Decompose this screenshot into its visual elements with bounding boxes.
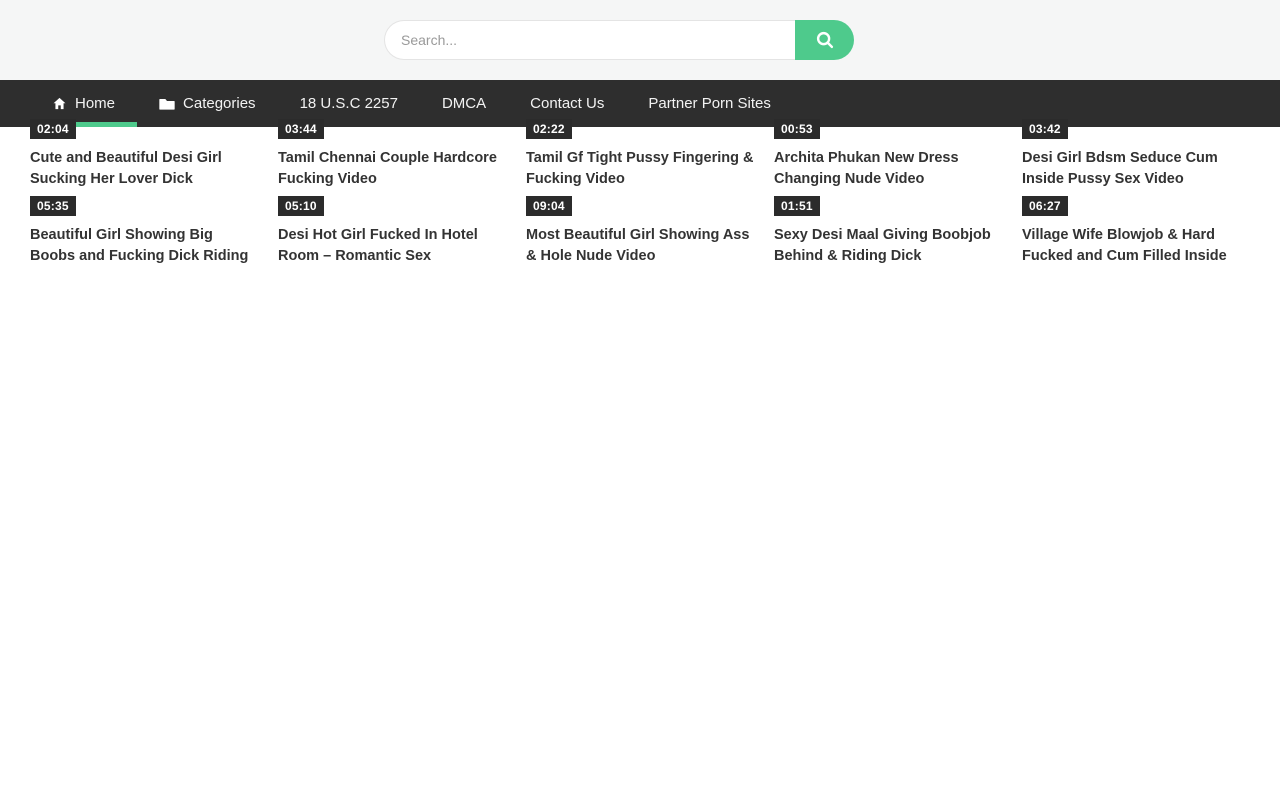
video-title[interactable]: Sexy Desi Maal Giving Boobjob Behind & R… [774,225,1002,267]
search-button[interactable] [795,20,854,60]
nav-item-label: Categories [183,95,256,112]
video-card: 09:04 Most Beautiful Girl Showing Ass & … [526,220,754,267]
nav-item-partner-sites[interactable]: Partner Porn Sites [626,80,793,127]
duration-badge: 05:35 [30,196,76,216]
video-title[interactable]: Tamil Gf Tight Pussy Fingering & Fucking… [526,148,754,190]
duration-badge: 05:10 [278,196,324,216]
search-input[interactable] [384,20,795,60]
video-card: 02:22 Tamil Gf Tight Pussy Fingering & F… [526,143,754,190]
main-nav: Home Categories 18 U.S.C 2257 DMCA Conta… [0,80,1280,127]
video-title[interactable]: Archita Phukan New Dress Changing Nude V… [774,148,1002,190]
video-card: 02:04 Cute and Beautiful Desi Girl Sucki… [30,143,258,190]
search-header [0,0,1280,80]
video-card: 05:10 Desi Hot Girl Fucked In Hotel Room… [278,220,506,267]
video-grid: 02:04 Cute and Beautiful Desi Girl Sucki… [30,143,1250,267]
video-title[interactable]: Tamil Chennai Couple Hardcore Fucking Vi… [278,148,506,190]
video-title[interactable]: Desi Girl Bdsm Seduce Cum Inside Pussy S… [1022,148,1250,190]
search-form [384,20,854,60]
video-title[interactable]: Desi Hot Girl Fucked In Hotel Room – Rom… [278,225,506,267]
duration-badge: 02:22 [526,119,572,139]
video-title[interactable]: Beautiful Girl Showing Big Boobs and Fuc… [30,225,258,267]
nav-item-label: Home [75,95,115,112]
duration-badge: 09:04 [526,196,572,216]
video-card: 00:53 Archita Phukan New Dress Changing … [774,143,1002,190]
nav-item-dmca[interactable]: DMCA [420,80,508,127]
search-icon [814,29,836,51]
duration-badge: 01:51 [774,196,820,216]
home-icon [52,96,67,111]
video-title[interactable]: Most Beautiful Girl Showing Ass & Hole N… [526,225,754,267]
nav-item-categories[interactable]: Categories [137,80,278,127]
video-card: 03:42 Desi Girl Bdsm Seduce Cum Inside P… [1022,143,1250,190]
video-card: 01:51 Sexy Desi Maal Giving Boobjob Behi… [774,220,1002,267]
nav-item-label: 18 U.S.C 2257 [300,95,398,112]
video-title[interactable]: Village Wife Blowjob & Hard Fucked and C… [1022,225,1250,267]
video-card: 05:35 Beautiful Girl Showing Big Boobs a… [30,220,258,267]
duration-badge: 00:53 [774,119,820,139]
duration-badge: 03:42 [1022,119,1068,139]
nav-item-label: Contact Us [530,95,604,112]
duration-badge: 06:27 [1022,196,1068,216]
duration-badge: 03:44 [278,119,324,139]
video-title[interactable]: Cute and Beautiful Desi Girl Sucking Her… [30,148,258,190]
folder-icon [159,97,175,111]
nav-item-label: Partner Porn Sites [648,95,771,112]
nav-item-label: DMCA [442,95,486,112]
duration-badge: 02:04 [30,119,76,139]
video-card: 06:27 Village Wife Blowjob & Hard Fucked… [1022,220,1250,267]
video-card: 03:44 Tamil Chennai Couple Hardcore Fuck… [278,143,506,190]
